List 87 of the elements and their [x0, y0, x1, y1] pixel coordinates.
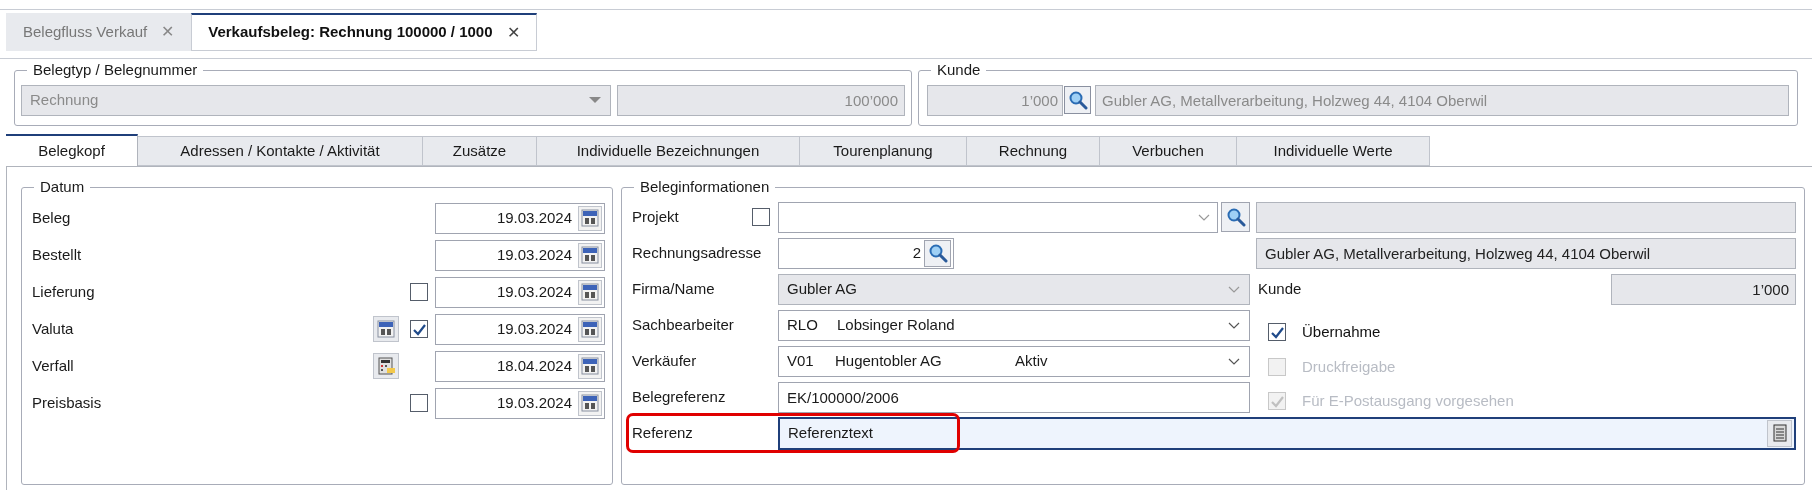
calendar-button[interactable]: [578, 390, 602, 416]
field-value: 19.03.2024: [496, 207, 572, 228]
field-value: 18.04.2024: [496, 355, 572, 376]
tab[interactable]: Adressen / Kontakte / Aktivität: [138, 136, 423, 166]
calendar-icon: [581, 320, 599, 338]
calendar-button[interactable]: [373, 316, 399, 342]
number-field: 1’000: [1611, 273, 1796, 305]
option-label: Für E-Postausgang vorgesehen: [1302, 391, 1514, 411]
tab[interactable]: Individuelle Bezeichnungen: [537, 136, 800, 166]
field-value: 19.03.2024: [496, 281, 572, 302]
dropdown-field[interactable]: RLO Lobsinger Roland: [778, 309, 1250, 341]
field-value: Hugentobler AG: [835, 350, 943, 371]
option-label: Druckfreigabe: [1302, 356, 1396, 377]
field-label: Kunde: [1258, 278, 1302, 299]
calendar-button[interactable]: [578, 353, 602, 379]
calculator-icon: [377, 357, 395, 375]
checkbox[interactable]: [410, 394, 428, 412]
field-value: Rechnung: [30, 89, 99, 110]
field-value: V01: [787, 350, 815, 371]
field-value: 19.03.2024: [496, 244, 572, 265]
field-label: Beleg: [32, 207, 72, 228]
search-icon: [1225, 207, 1246, 227]
notes-button[interactable]: [1767, 419, 1792, 447]
dropdown-field[interactable]: V01 Hugentobler AG Aktiv: [778, 345, 1250, 377]
date-field[interactable]: 19.03.2024: [435, 313, 605, 345]
document-tab[interactable]: Belegfluss Verkauf ✕: [6, 13, 192, 51]
search-button[interactable]: [1064, 86, 1091, 114]
search-icon: [927, 243, 948, 263]
field-label: Verfall: [32, 355, 75, 376]
calendar-icon: [581, 209, 599, 227]
field-label: Rechnungsadresse: [632, 243, 762, 261]
date-field[interactable]: 19.03.2024: [435, 276, 605, 308]
tab[interactable]: Verbuchen: [1100, 136, 1237, 166]
date-field[interactable]: 19.03.2024: [435, 239, 605, 271]
document-tab[interactable]: Verkaufsbeleg: Rechnung 100000 / 1000 ✕: [191, 13, 537, 51]
field-label: Firma/Name: [632, 279, 715, 297]
tab[interactable]: Individuelle Werte: [1237, 136, 1430, 166]
field-label: Referenz: [632, 422, 694, 443]
field-value: Gubler AG: [787, 278, 858, 299]
calendar-button[interactable]: [578, 279, 602, 305]
number-field[interactable]: 2: [778, 237, 954, 269]
search-icon: [1067, 90, 1088, 110]
dropdown-field[interactable]: [778, 201, 1218, 233]
document-icon: [1770, 424, 1789, 442]
close-button[interactable]: ✕: [506, 20, 520, 45]
field-value: Referenztext: [788, 422, 874, 443]
checkbox[interactable]: [752, 208, 770, 226]
field-value: RLO: [787, 314, 819, 335]
search-button[interactable]: [1221, 202, 1250, 232]
field-value: 19.03.2024: [496, 318, 572, 339]
calendar-icon: [581, 357, 599, 375]
tab[interactable]: Tourenplanung: [800, 136, 967, 166]
checkbox[interactable]: [1268, 323, 1286, 342]
date-field[interactable]: 19.03.2024: [435, 202, 605, 234]
address-field: Gubler AG, Metallverarbeitung, Holzweg 44, 4104 Oberwil: [1256, 237, 1796, 269]
calendar-icon: [377, 320, 395, 338]
calendar-button[interactable]: [578, 242, 602, 268]
field-label: Bestellt: [32, 244, 83, 265]
field-value: Lobsinger Roland: [837, 314, 956, 335]
field-value: Aktiv: [1015, 350, 1049, 371]
calendar-icon: [581, 283, 599, 301]
calendar-icon: [581, 394, 599, 412]
tab[interactable]: Belegkopf: [6, 134, 138, 166]
search-button[interactable]: [924, 239, 951, 267]
field-label: Lieferung: [32, 281, 96, 302]
field-label: Verkäufer: [632, 351, 697, 369]
tab[interactable]: Zusätze: [423, 136, 537, 166]
calculator-button[interactable]: [373, 353, 399, 379]
date-field[interactable]: 19.03.2024: [435, 387, 605, 419]
field-label: Sachbearbeiter: [632, 315, 734, 333]
text-field[interactable]: Referenztext: [778, 416, 1796, 450]
field-label: Preisbasis: [32, 392, 103, 413]
field-label: Belegreferenz: [632, 387, 726, 405]
calendar-icon: [581, 246, 599, 264]
field-label: Projekt: [632, 206, 679, 227]
tab[interactable]: Rechnung: [967, 136, 1100, 166]
date-field[interactable]: 18.04.2024: [435, 350, 605, 382]
calendar-button[interactable]: [578, 205, 602, 231]
text-field[interactable]: EK/100000/2006: [778, 381, 1250, 413]
field-label: Valuta: [32, 318, 75, 339]
calendar-button[interactable]: [578, 316, 602, 342]
checkbox[interactable]: [410, 283, 428, 301]
checkbox[interactable]: [410, 320, 428, 338]
field-value: 2: [912, 242, 921, 263]
field-value: 19.03.2024: [496, 392, 572, 413]
option-label: Übernahme: [1302, 322, 1381, 342]
dropdown-arrow-icon: [588, 94, 602, 106]
